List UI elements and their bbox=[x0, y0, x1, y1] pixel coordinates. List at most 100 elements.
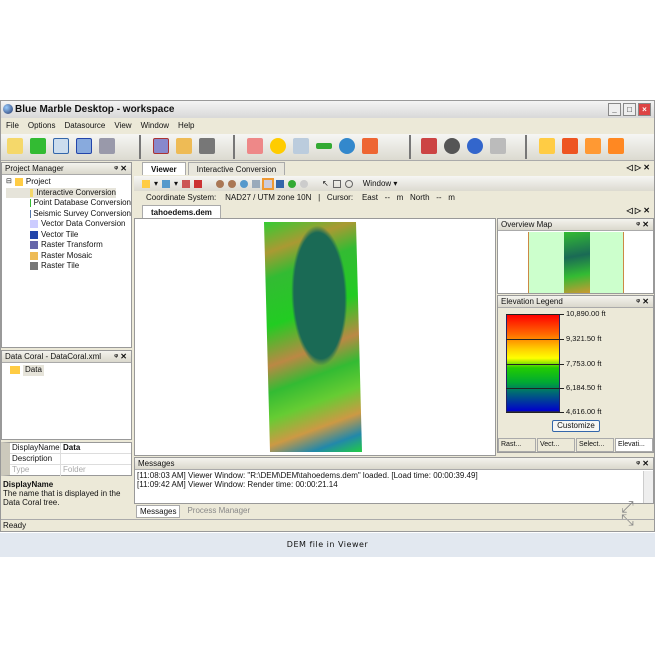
triangle-icon[interactable] bbox=[270, 138, 286, 154]
full-extent-icon[interactable] bbox=[276, 179, 285, 188]
vector-conversion-icon[interactable] bbox=[53, 138, 69, 154]
property-row[interactable]: DisplayName Data bbox=[10, 443, 131, 454]
minimize-button[interactable]: _ bbox=[608, 103, 621, 116]
window-dropdown[interactable]: Window ▾ bbox=[363, 179, 398, 188]
forward-icon[interactable] bbox=[300, 179, 309, 188]
data-coral-panel: Data Coral - DataCoral.xml ᵠ ✕ Data bbox=[1, 350, 132, 440]
property-row[interactable]: Type Folder bbox=[10, 465, 131, 476]
folder-export-icon[interactable] bbox=[585, 138, 601, 154]
maximize-button[interactable]: □ bbox=[623, 103, 636, 116]
pin-close-icons[interactable]: ᵠ ✕ bbox=[114, 351, 127, 363]
tree-item[interactable]: Raster Tile bbox=[6, 261, 131, 272]
back-icon[interactable] bbox=[288, 179, 297, 188]
raster-transform-icon[interactable] bbox=[153, 138, 169, 154]
clear-icon[interactable] bbox=[194, 179, 203, 188]
folder-import-icon[interactable] bbox=[608, 138, 624, 154]
overview-extent[interactable] bbox=[528, 232, 624, 293]
open-folder-icon[interactable] bbox=[539, 138, 555, 154]
add-layer-icon[interactable] bbox=[142, 179, 150, 188]
menu-window[interactable]: Window bbox=[141, 121, 169, 130]
property-row[interactable]: Description bbox=[10, 454, 131, 465]
bottom-tabs: Messages Process Manager bbox=[134, 505, 654, 518]
tree-item[interactable]: Vector Tile bbox=[6, 230, 131, 241]
close-button[interactable]: × bbox=[638, 103, 651, 116]
folder-icon bbox=[14, 178, 23, 187]
map-view[interactable] bbox=[134, 218, 496, 456]
sphere-icon[interactable] bbox=[339, 138, 355, 154]
tree-item[interactable]: Interactive Conversion bbox=[6, 187, 116, 198]
raster-tile-icon[interactable] bbox=[199, 138, 215, 154]
select-arrow-icon[interactable]: ↖ bbox=[322, 179, 329, 188]
tree-item[interactable]: Raster Transform bbox=[6, 240, 131, 251]
zoom-in-icon[interactable] bbox=[216, 179, 225, 188]
menu-help[interactable]: Help bbox=[178, 121, 194, 130]
export-icon[interactable] bbox=[421, 138, 437, 154]
camera-icon[interactable] bbox=[332, 179, 341, 188]
tab-viewer[interactable]: Viewer bbox=[142, 162, 186, 175]
tree-item[interactable]: Vector Data Conversion bbox=[6, 219, 131, 230]
project-manager-title: Project Manager bbox=[5, 164, 64, 173]
tab-select[interactable]: Select... bbox=[576, 438, 614, 452]
messages-title: Messages bbox=[138, 459, 175, 468]
menu-bar: File Options Datasource View Window Help bbox=[1, 119, 654, 133]
pin-close-icons[interactable]: ᵠ ✕ bbox=[114, 163, 127, 175]
document-icon[interactable] bbox=[99, 138, 115, 154]
legend-label: 4,616.00 ft bbox=[566, 407, 602, 416]
pin-close-icons[interactable]: ᵠ ✕ bbox=[636, 296, 649, 308]
ruler-icon[interactable] bbox=[362, 138, 378, 154]
zoom-extent-icon[interactable] bbox=[262, 177, 275, 190]
raster-transform-icon bbox=[30, 241, 38, 250]
add-data-icon[interactable] bbox=[162, 179, 171, 188]
window-title: Blue Marble Desktop - workspace bbox=[15, 104, 175, 115]
tree-item[interactable]: Seismic Survey Conversion bbox=[6, 209, 131, 220]
raster-tile-icon bbox=[30, 262, 38, 271]
legend-label: 7,753.00 ft bbox=[566, 359, 602, 368]
help-icon[interactable] bbox=[467, 138, 483, 154]
tab-interactive-conversion[interactable]: Interactive Conversion bbox=[187, 162, 286, 175]
settings-icon[interactable] bbox=[490, 138, 506, 154]
message-line: [11:08:03 AM] Viewer Window: "R:\DEM\DEM… bbox=[137, 471, 478, 480]
title-bar: Blue Marble Desktop - workspace _ □ × bbox=[1, 101, 654, 118]
zoom-out-icon[interactable] bbox=[228, 179, 237, 188]
tab-messages[interactable]: Messages bbox=[136, 505, 181, 518]
tree-item[interactable]: Point Database Conversion bbox=[6, 198, 131, 209]
folder-icon bbox=[10, 366, 20, 375]
tab-nav-close-icons[interactable]: ◁ ▷ ✕ bbox=[627, 163, 650, 172]
grid-icon[interactable] bbox=[247, 138, 263, 154]
pin-close-icons[interactable]: ᵠ ✕ bbox=[636, 219, 649, 231]
overview-map-title: Overview Map bbox=[501, 220, 553, 229]
tree-item[interactable]: Raster Mosaic bbox=[6, 251, 131, 262]
tab-raster[interactable]: Rast... bbox=[498, 438, 536, 452]
pin-close-icons[interactable]: ᵠ ✕ bbox=[636, 458, 649, 470]
menu-file[interactable]: File bbox=[6, 121, 19, 130]
menu-options[interactable]: Options bbox=[28, 121, 56, 130]
vector-tile-icon[interactable] bbox=[76, 138, 92, 154]
refresh-icon[interactable] bbox=[344, 179, 353, 188]
tab-vector[interactable]: Vect... bbox=[537, 438, 575, 452]
burst-icon[interactable] bbox=[562, 138, 578, 154]
pan-icon[interactable] bbox=[252, 179, 261, 188]
messages-scrollbar[interactable] bbox=[643, 471, 653, 503]
dem-raster-image bbox=[263, 222, 363, 452]
remove-icon[interactable] bbox=[182, 179, 191, 188]
description-title: DisplayName bbox=[3, 480, 54, 489]
line-icon[interactable] bbox=[316, 143, 332, 149]
status-bar: Ready bbox=[1, 519, 654, 532]
tab-elevation[interactable]: Elevati... bbox=[615, 438, 653, 452]
tree-project-root[interactable]: ⊟ Project bbox=[6, 177, 131, 188]
menu-view[interactable]: View bbox=[114, 121, 131, 130]
new-project-icon[interactable] bbox=[7, 138, 23, 154]
raster-mosaic-icon[interactable] bbox=[176, 138, 192, 154]
menu-datasource[interactable]: Datasource bbox=[64, 121, 105, 130]
point-db-icon[interactable] bbox=[30, 138, 46, 154]
vector-icon bbox=[30, 220, 38, 229]
globe-icon[interactable] bbox=[444, 138, 460, 154]
tab-tahoedems[interactable]: tahoedems.dem bbox=[142, 205, 221, 218]
customize-button[interactable]: Customize bbox=[552, 420, 600, 432]
zoom-rect-icon[interactable] bbox=[240, 179, 249, 188]
tree-item-data[interactable]: Data bbox=[10, 365, 131, 376]
tab-nav-close-icons[interactable]: ◁ ▷ ✕ bbox=[627, 206, 650, 215]
vector-tile-icon bbox=[30, 230, 38, 239]
tab-process-manager[interactable]: Process Manager bbox=[184, 505, 253, 518]
map-icon[interactable] bbox=[293, 138, 309, 154]
